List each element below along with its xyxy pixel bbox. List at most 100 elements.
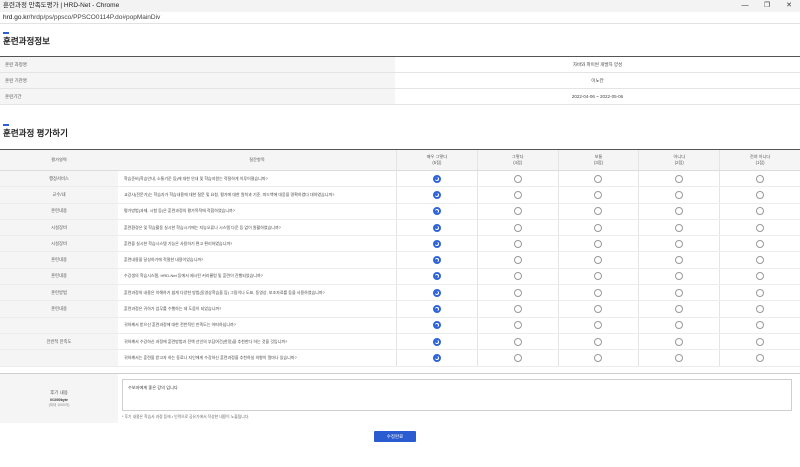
rating-radio[interactable]	[675, 272, 684, 281]
url-path: /hrdp/ps/ppsco/PPSCO0114P.do#popMainDiv	[28, 14, 161, 21]
rating-radio[interactable]	[594, 190, 603, 199]
evaluation-question: 교강사(전문가)는 학습자가 학습내용에 대한 질문 및 요청, 평가에 대한 …	[124, 191, 335, 197]
rating-radio[interactable]	[432, 190, 441, 199]
rating-radio[interactable]	[513, 337, 522, 346]
rating-radio[interactable]	[513, 321, 522, 330]
rating-radio[interactable]	[432, 174, 441, 183]
minimize-icon[interactable]: —	[734, 0, 756, 12]
rating-radio[interactable]	[594, 305, 603, 314]
rating-radio[interactable]	[756, 174, 765, 183]
review-textarea[interactable]: 수보자에게 좋은 강의 입니다	[122, 379, 792, 411]
rating-radio[interactable]	[594, 337, 603, 346]
rating-radio[interactable]	[513, 288, 522, 297]
rating-radio[interactable]	[513, 272, 522, 281]
rating-radio[interactable]	[513, 239, 522, 248]
header-question: 질문항목	[249, 156, 265, 162]
evaluation-area: 훈련내용	[0, 301, 118, 317]
window-controls: — ❐ ✕	[734, 0, 800, 12]
rating-radio[interactable]	[756, 305, 765, 314]
rating-radio[interactable]	[432, 288, 441, 297]
rating-radio[interactable]	[594, 256, 603, 265]
rating-radio[interactable]	[675, 256, 684, 265]
rating-radio[interactable]	[675, 337, 684, 346]
rating-radio[interactable]	[675, 174, 684, 183]
rating-radio[interactable]	[432, 256, 441, 265]
info-label: 훈련 과정명	[0, 57, 395, 72]
rating-radio[interactable]	[756, 288, 765, 297]
rating-radio[interactable]	[513, 353, 522, 362]
option-cell	[557, 187, 639, 203]
evaluation-row: 교수/내 교강사(전문가)는 학습자가 학습내용에 대한 질문 및 요청, 평가에…	[0, 187, 800, 204]
evaluation-area: 시설장비	[0, 236, 118, 252]
rating-radio[interactable]	[675, 288, 684, 297]
rating-radio[interactable]	[513, 256, 522, 265]
rating-radio[interactable]	[675, 239, 684, 248]
address-bar[interactable]: hrd.go.kr/hrdp/ps/ppsco/PPSCO0114P.do#po…	[0, 12, 800, 24]
rating-radio[interactable]	[432, 207, 441, 216]
evaluation-row: 시설장비 훈련환경은 및 학습활동 실시한 학습시기에는 지능오류나 시스템 다운…	[0, 219, 800, 237]
submit-button[interactable]: 수정완료	[374, 431, 416, 442]
header-option: 매우 그렇다 (5점)	[396, 150, 477, 170]
rating-radio[interactable]	[513, 223, 522, 232]
option-cell	[638, 268, 719, 285]
close-icon[interactable]: ✕	[778, 0, 800, 12]
rating-radio[interactable]	[594, 207, 603, 216]
header-option: 전혀 아니다 (1점)	[719, 150, 800, 170]
rating-radio[interactable]	[594, 321, 603, 330]
rating-radio[interactable]	[432, 272, 441, 281]
option-cell	[638, 236, 719, 252]
rating-radio[interactable]	[756, 353, 765, 362]
rating-radio[interactable]	[675, 207, 684, 216]
rating-radio[interactable]	[675, 305, 684, 314]
evaluation-question: 훈련을 실시한 학습시스템 기능은 사용하기 편고 편리하였습니까?	[124, 240, 233, 246]
option-cell	[476, 187, 558, 203]
option-cell	[396, 317, 477, 333]
rating-radio[interactable]	[513, 305, 522, 314]
rating-radio[interactable]	[756, 337, 765, 346]
rating-radio[interactable]	[675, 223, 684, 232]
rating-radio[interactable]	[675, 190, 684, 199]
rating-radio[interactable]	[756, 256, 765, 265]
option-cell	[396, 187, 477, 203]
rating-radio[interactable]	[432, 239, 441, 248]
rating-radio[interactable]	[675, 321, 684, 330]
header-option: 아니다 (2점)	[638, 150, 719, 170]
rating-radio[interactable]	[756, 223, 765, 232]
header-option-score: (5점)	[432, 160, 442, 165]
option-cell	[476, 203, 558, 219]
rating-radio[interactable]	[756, 190, 765, 199]
rating-radio[interactable]	[513, 190, 522, 199]
rating-radio[interactable]	[594, 288, 603, 297]
rating-radio[interactable]	[594, 174, 603, 183]
option-cell	[396, 252, 477, 268]
evaluation-row: 행정서비스 학습준비(학습안내, 소통기준 등)에 대한 안내 및 학습지원는 적…	[0, 171, 800, 188]
evaluation-row: 시설장비 훈련을 실시한 학습시스템 기능은 사용하기 편고 편리하였습니까?	[0, 236, 800, 253]
evaluation-question: 훈련환경은 및 학습활동 실시한 학습시기에는 지능오류나 시스템 다운 등 없…	[124, 224, 281, 230]
rating-radio[interactable]	[756, 272, 765, 281]
info-label: 훈련기간	[0, 89, 395, 104]
rating-radio[interactable]	[513, 207, 522, 216]
rating-radio[interactable]	[594, 353, 603, 362]
option-cell	[719, 333, 800, 350]
option-cell	[638, 171, 719, 187]
rating-radio[interactable]	[594, 272, 603, 281]
option-cell	[719, 350, 800, 366]
rating-radio[interactable]	[432, 337, 441, 346]
rating-radio[interactable]	[432, 321, 441, 330]
evaluation-area: 시설장비	[0, 219, 118, 236]
restore-icon[interactable]: ❐	[756, 0, 778, 12]
rating-radio[interactable]	[594, 223, 603, 232]
option-cell	[396, 236, 477, 252]
evaluation-question: 학습준비(학습안내, 소통기준 등)에 대한 안내 및 학습지원는 적절하게 이…	[124, 175, 268, 181]
rating-radio[interactable]	[432, 223, 441, 232]
option-cell	[719, 317, 800, 333]
rating-radio[interactable]	[756, 207, 765, 216]
rating-radio[interactable]	[756, 239, 765, 248]
rating-radio[interactable]	[675, 353, 684, 362]
rating-radio[interactable]	[432, 353, 441, 362]
rating-radio[interactable]	[594, 239, 603, 248]
option-cell	[396, 219, 477, 236]
rating-radio[interactable]	[756, 321, 765, 330]
rating-radio[interactable]	[513, 174, 522, 183]
rating-radio[interactable]	[432, 305, 441, 314]
